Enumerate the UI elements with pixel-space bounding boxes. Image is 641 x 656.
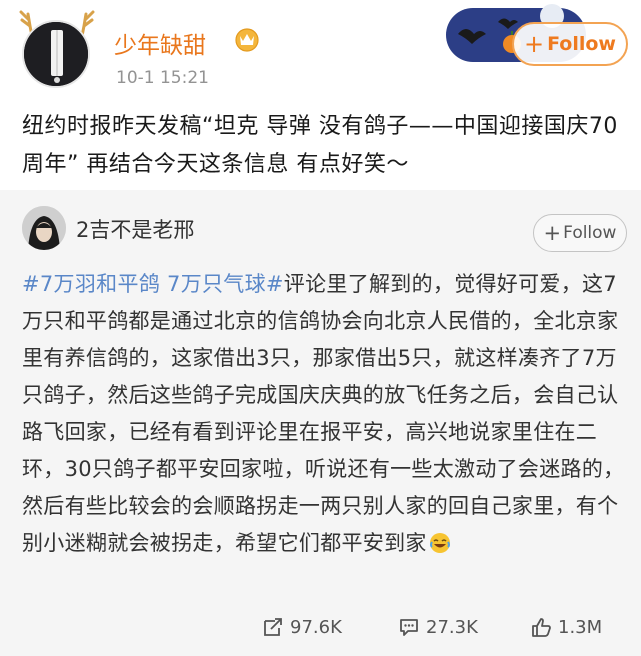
follow-button[interactable]: + Follow <box>512 22 628 66</box>
repost-body: 评论里了解到的，觉得好可爱，这7万只和平鸽都是通过北京的信鸽协会向北京人民借的，… <box>22 272 625 555</box>
comment-count-button[interactable]: 27.3K <box>398 616 478 638</box>
plus-icon: + <box>523 30 545 58</box>
like-count-button[interactable]: 1.3M <box>530 616 602 638</box>
repost-follow-label: Follow <box>563 223 617 243</box>
post-text: 纽约时报昨天发稿“坦克 导弹 没有鸽子——中国迎接国庆70周年” 再结合今天这条… <box>22 114 618 177</box>
share-icon <box>264 618 282 636</box>
repost-count: 97.6K <box>290 616 342 638</box>
comment-count: 27.3K <box>426 616 478 638</box>
author-avatar-wrap[interactable] <box>18 10 98 90</box>
like-count: 1.3M <box>558 616 603 638</box>
repost-author-avatar[interactable] <box>22 206 66 250</box>
repost-text: #7万羽和平鸽 7万只气球#评论里了解到的，觉得好可爱，这7万只和平鸽都是通过北… <box>22 266 632 562</box>
comment-icon <box>400 619 418 636</box>
plus-icon: + <box>543 220 562 245</box>
post-timestamp: 10-1 15:21 <box>116 68 209 88</box>
follow-label: Follow <box>547 33 616 55</box>
vip-crown-badge-icon[interactable] <box>234 26 260 52</box>
avatar-image <box>24 22 88 86</box>
author-name[interactable]: 少年缺甜 <box>114 26 206 60</box>
topic-hashtag-link[interactable]: #7万羽和平鸽 7万只气球# <box>22 272 284 296</box>
avatar[interactable] <box>22 20 90 88</box>
thumbs-up-icon <box>532 618 551 637</box>
repost-avatar-image <box>22 206 66 250</box>
post-header: 少年缺甜 10-1 15:21 + Follow <box>0 0 641 104</box>
laughing-tears-emoji-icon <box>429 533 450 553</box>
repost-follow-button[interactable]: + Follow <box>533 214 627 252</box>
repost-card[interactable]: 2吉不是老邢 + Follow #7万羽和平鸽 7万只气球#评论里了解到的，觉得… <box>0 190 641 656</box>
repost-count-button[interactable]: 97.6K <box>262 616 342 638</box>
repost-author-name[interactable]: 2吉不是老邢 <box>76 214 194 244</box>
post-stats-bar: 97.6K 27.3K 1.3M <box>0 610 641 650</box>
